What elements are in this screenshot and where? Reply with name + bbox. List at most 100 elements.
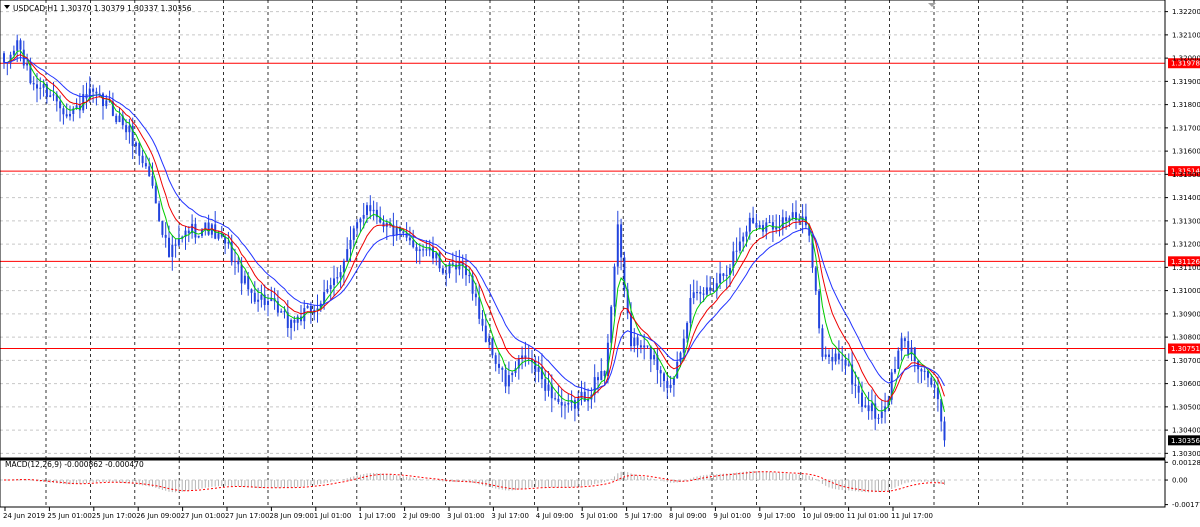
price-bar-body: [649, 346, 652, 360]
price-bar-body: [352, 228, 355, 240]
price-bar-body: [161, 220, 164, 235]
y-tick-label: 1.31000: [1172, 287, 1200, 295]
price-bar-body: [105, 100, 108, 107]
price-bar-body: [742, 236, 745, 242]
price-bar-body: [412, 240, 415, 248]
price-bar-body: [917, 361, 920, 370]
price-bar-body: [791, 212, 794, 218]
price-bar-body: [709, 287, 712, 291]
price-bar-body: [451, 263, 454, 265]
price-bar-body: [752, 217, 755, 224]
chart-window[interactable]: 1.31978 1.31514 1.31126 1.30751 1.30356 1.32…: [0, 0, 1200, 523]
price-bar-body: [415, 247, 418, 252]
price-bar-body: [554, 398, 557, 400]
price-bar-body: [118, 115, 121, 123]
price-bar-body: [834, 353, 837, 362]
price-bar-body: [491, 338, 494, 356]
price-bar-body: [610, 306, 613, 343]
price-bar-body: [844, 359, 847, 366]
y-tick-label: 1.31700: [1172, 124, 1200, 132]
price-bar-body: [36, 84, 38, 89]
x-tick-label: 9 Jul 01:00: [713, 512, 751, 520]
chart-canvas[interactable]: 1.319781.315141.311261.307511.30356 1.32…: [0, 0, 1200, 523]
price-bar-body: [115, 115, 118, 123]
price-bar-body: [432, 247, 434, 259]
x-tick-label: 25 Jun 17:00: [92, 512, 136, 520]
price-bar-body: [164, 234, 167, 238]
price-bar-body: [26, 63, 29, 66]
price-bar-body: [69, 113, 71, 117]
price-bar-body: [501, 367, 504, 370]
price-bar-body: [154, 185, 157, 204]
price-bar-body: [828, 354, 830, 357]
price-bar-body: [564, 404, 566, 406]
price-bar-body: [484, 325, 487, 342]
price-bar-body: [187, 230, 190, 234]
price-bar-body: [821, 328, 824, 357]
price-bar-body: [633, 337, 636, 347]
price-bar-body: [867, 405, 870, 412]
price-bar-body: [643, 345, 646, 348]
price-bar-body: [306, 305, 309, 309]
price-bar-body: [234, 261, 236, 263]
price-bar-body: [125, 125, 128, 133]
x-tick-label: 27 Jun 17:00: [225, 512, 269, 520]
price-bar-body: [719, 273, 722, 284]
price-bar-body: [861, 392, 863, 407]
price-bar-body: [735, 250, 738, 252]
y-tick-label: 1.30400: [1172, 427, 1200, 435]
x-tick-label: 9 Jul 17:00: [758, 512, 796, 520]
price-bar-body: [831, 356, 834, 362]
price-bar-body: [930, 377, 933, 385]
y-tick-label: 1.30500: [1172, 403, 1200, 411]
price-bar-body: [524, 355, 527, 358]
price-bar-body: [613, 266, 616, 307]
price-bar-body: [785, 217, 788, 222]
macd-y-tick-label: 0.001286: [1172, 459, 1200, 467]
price-bar-body: [923, 370, 926, 372]
price-bar-body: [646, 345, 649, 347]
x-tick-label: 4 Jul 09:00: [536, 512, 574, 520]
y-tick-label: 1.31600: [1172, 148, 1200, 156]
price-bar-body: [557, 398, 560, 402]
price-bar-body: [49, 95, 52, 97]
y-tick-label: 1.31200: [1172, 241, 1200, 249]
price-bar-body: [870, 403, 873, 412]
macd-y-tick-label: 0.00: [1172, 477, 1188, 485]
price-bar-body: [639, 345, 642, 348]
x-tick-label: 1 Jul 17:00: [358, 512, 396, 520]
price-bar-body: [903, 338, 906, 342]
price-bar-body: [854, 384, 857, 386]
price-bar-body: [141, 155, 144, 164]
price-bar-body: [481, 318, 484, 326]
price-bar-body: [692, 292, 695, 298]
price-bar-body: [326, 288, 329, 293]
price-bar-body: [39, 87, 42, 89]
price-bar-body: [666, 381, 669, 388]
price-bar-body: [372, 209, 375, 212]
y-tick-label: 1.30800: [1172, 334, 1200, 342]
price-bar-body: [507, 375, 510, 387]
x-tick-label: 5 Jul 01:00: [580, 512, 618, 520]
price-bar-body: [630, 313, 632, 347]
y-tick-label: 1.30700: [1172, 357, 1200, 365]
price-bar-body: [408, 237, 411, 241]
price-bar-body: [814, 267, 817, 292]
price-bar-body: [253, 292, 256, 302]
price-bar-body: [42, 84, 45, 88]
price-bar-body: [880, 411, 883, 418]
price-bar-body: [438, 252, 441, 269]
price-bar-body: [748, 217, 751, 232]
x-tick-label: 26 Jun 09:00: [136, 512, 180, 520]
price-bar-body: [356, 222, 359, 229]
price-bar-body: [620, 224, 623, 258]
price-bar-body: [177, 238, 180, 246]
price-bar-body: [465, 265, 467, 276]
price-bar-body: [247, 275, 250, 290]
price-bar-body: [603, 371, 606, 376]
price-bar-body: [818, 291, 821, 329]
price-bar-body: [240, 264, 243, 284]
x-tick-label: 10 Jul 09:00: [802, 512, 844, 520]
price-bar-body: [422, 249, 425, 251]
x-tick-label: 3 Jul 17:00: [491, 512, 529, 520]
